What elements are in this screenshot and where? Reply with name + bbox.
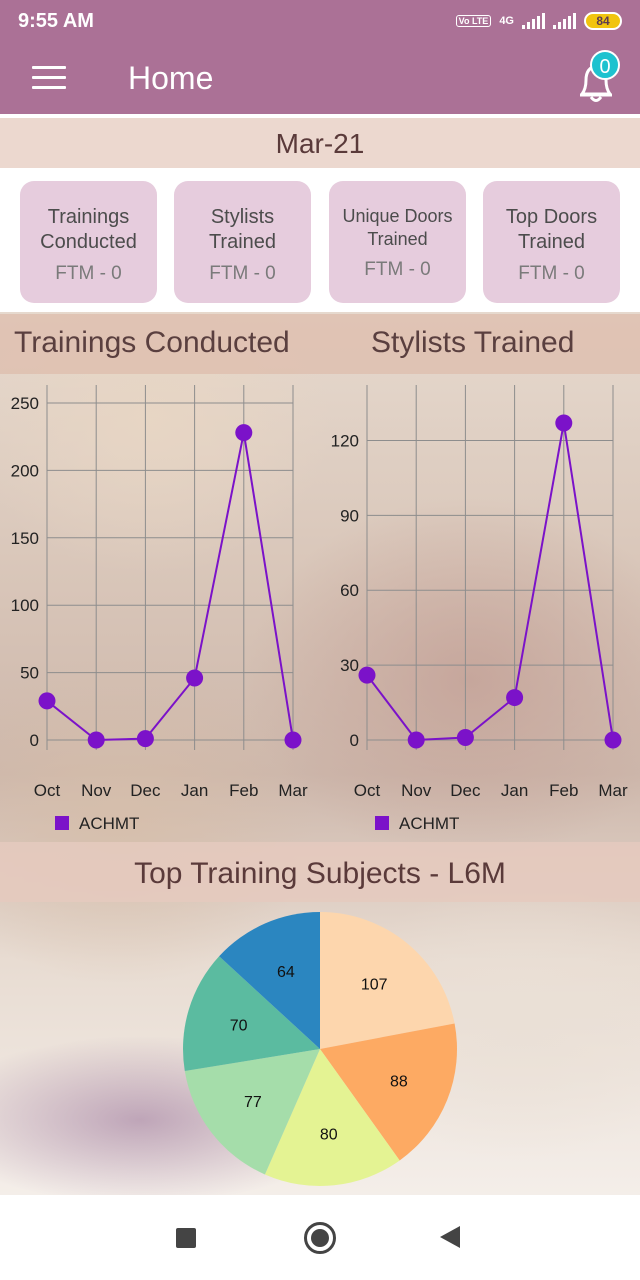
legend-label: ACHMT (399, 814, 459, 833)
network-type: 4G (499, 15, 514, 27)
data-point (186, 669, 204, 687)
recents-button[interactable] (176, 1228, 196, 1248)
card-title: Unique Doors Trained (342, 206, 453, 249)
menu-icon[interactable] (32, 66, 66, 90)
status-icons: Vo LTE 4G 84 (455, 12, 622, 30)
training-subjects-pie-chart: 107 88 80 77 70 64 (183, 912, 457, 1186)
chart-title-stylists: Stylists Trained (371, 326, 575, 359)
notification-badge: 0 (590, 50, 620, 80)
pie-slice-label: 70 (230, 1018, 248, 1035)
pie-slice-label: 77 (244, 1094, 262, 1111)
x-tick-label: Nov (401, 781, 432, 800)
card-title: Stylists Trained (208, 206, 277, 253)
y-tick-label: 250 (11, 394, 39, 413)
x-tick-label: Mar (278, 781, 308, 800)
battery-icon: 84 (584, 12, 622, 30)
card-title: Top Doors Trained (505, 206, 598, 253)
y-tick-label: 30 (340, 656, 359, 675)
card-stylists-trained[interactable]: Stylists Trained FTM - 0 (174, 181, 311, 303)
android-nav-bar (0, 1196, 640, 1280)
y-tick-label: 120 (331, 431, 359, 450)
app-bar: Home 0 (0, 42, 640, 114)
y-tick-label: 200 (11, 461, 39, 480)
back-button[interactable] (440, 1226, 460, 1248)
status-bar: 9:55 AM Vo LTE 4G 84 (0, 0, 640, 42)
y-tick-label: 60 (340, 581, 359, 600)
data-point (136, 730, 154, 748)
x-tick-label: Jan (501, 781, 528, 800)
data-point (358, 666, 376, 684)
y-tick-label: 0 (30, 731, 39, 750)
data-point (555, 414, 573, 432)
card-value: FTM - 0 (55, 263, 122, 284)
y-tick-label: 150 (11, 529, 39, 548)
x-tick-label: Dec (450, 781, 481, 800)
x-tick-label: Dec (130, 781, 161, 800)
signal-icon (522, 13, 545, 29)
pie-slice-label: 88 (390, 1074, 408, 1091)
legend-swatch (375, 816, 389, 830)
x-tick-label: Oct (34, 781, 61, 800)
data-point (284, 731, 302, 749)
x-tick-label: Feb (549, 781, 578, 800)
trainings-line-chart: 0 50 100 150 200 250 Oct Nov Dec Jan Feb Mar ACHMT (11, 385, 308, 833)
pie-slice-label: 80 (320, 1126, 338, 1143)
legend-label: ACHMT (79, 814, 139, 833)
card-trainings-conducted[interactable]: Trainings Conducted FTM - 0 (20, 181, 157, 303)
y-tick-label: 100 (11, 596, 39, 615)
data-point (407, 731, 425, 749)
card-title: Trainings Conducted (40, 206, 137, 253)
data-point (604, 731, 622, 749)
home-button[interactable] (304, 1222, 336, 1254)
y-tick-label: 90 (340, 506, 359, 525)
legend-swatch (55, 816, 69, 830)
card-value: FTM - 0 (364, 259, 431, 280)
x-tick-label: Mar (598, 781, 628, 800)
x-tick-label: Jan (181, 781, 208, 800)
card-value: FTM - 0 (518, 263, 585, 284)
stylists-line-chart: 0 30 60 90 120 Oct Nov Dec Jan Feb Mar ACHMT (331, 385, 628, 833)
card-value: FTM - 0 (209, 263, 276, 284)
x-tick-label: Feb (229, 781, 258, 800)
volte-icon: Vo LTE (455, 15, 492, 27)
data-point (456, 729, 474, 747)
signal-icon-2 (553, 13, 576, 29)
card-top-doors-trained[interactable]: Top Doors Trained FTM - 0 (483, 181, 620, 303)
y-tick-label: 50 (20, 664, 39, 683)
y-tick-label: 0 (350, 731, 359, 750)
data-point (235, 424, 253, 442)
page-title: Home (128, 60, 214, 96)
card-unique-doors-trained[interactable]: Unique Doors Trained FTM - 0 (329, 181, 466, 303)
status-time: 9:55 AM (18, 9, 94, 32)
x-tick-label: Nov (81, 781, 112, 800)
x-tick-label: Oct (354, 781, 381, 800)
data-point (38, 692, 56, 710)
period-label: Mar-21 (0, 118, 640, 168)
pie-slice-label: 107 (361, 977, 388, 994)
series-line (366, 422, 614, 742)
data-point (506, 689, 524, 707)
data-point (87, 731, 105, 749)
pie-slice-label: 64 (277, 964, 295, 981)
series-line (46, 432, 294, 742)
chart-title-trainings: Trainings Conducted (14, 326, 290, 359)
pie-chart-title: Top Training Subjects - L6M (0, 842, 640, 902)
summary-cards: Trainings Conducted FTM - 0 Stylists Train… (0, 170, 640, 312)
